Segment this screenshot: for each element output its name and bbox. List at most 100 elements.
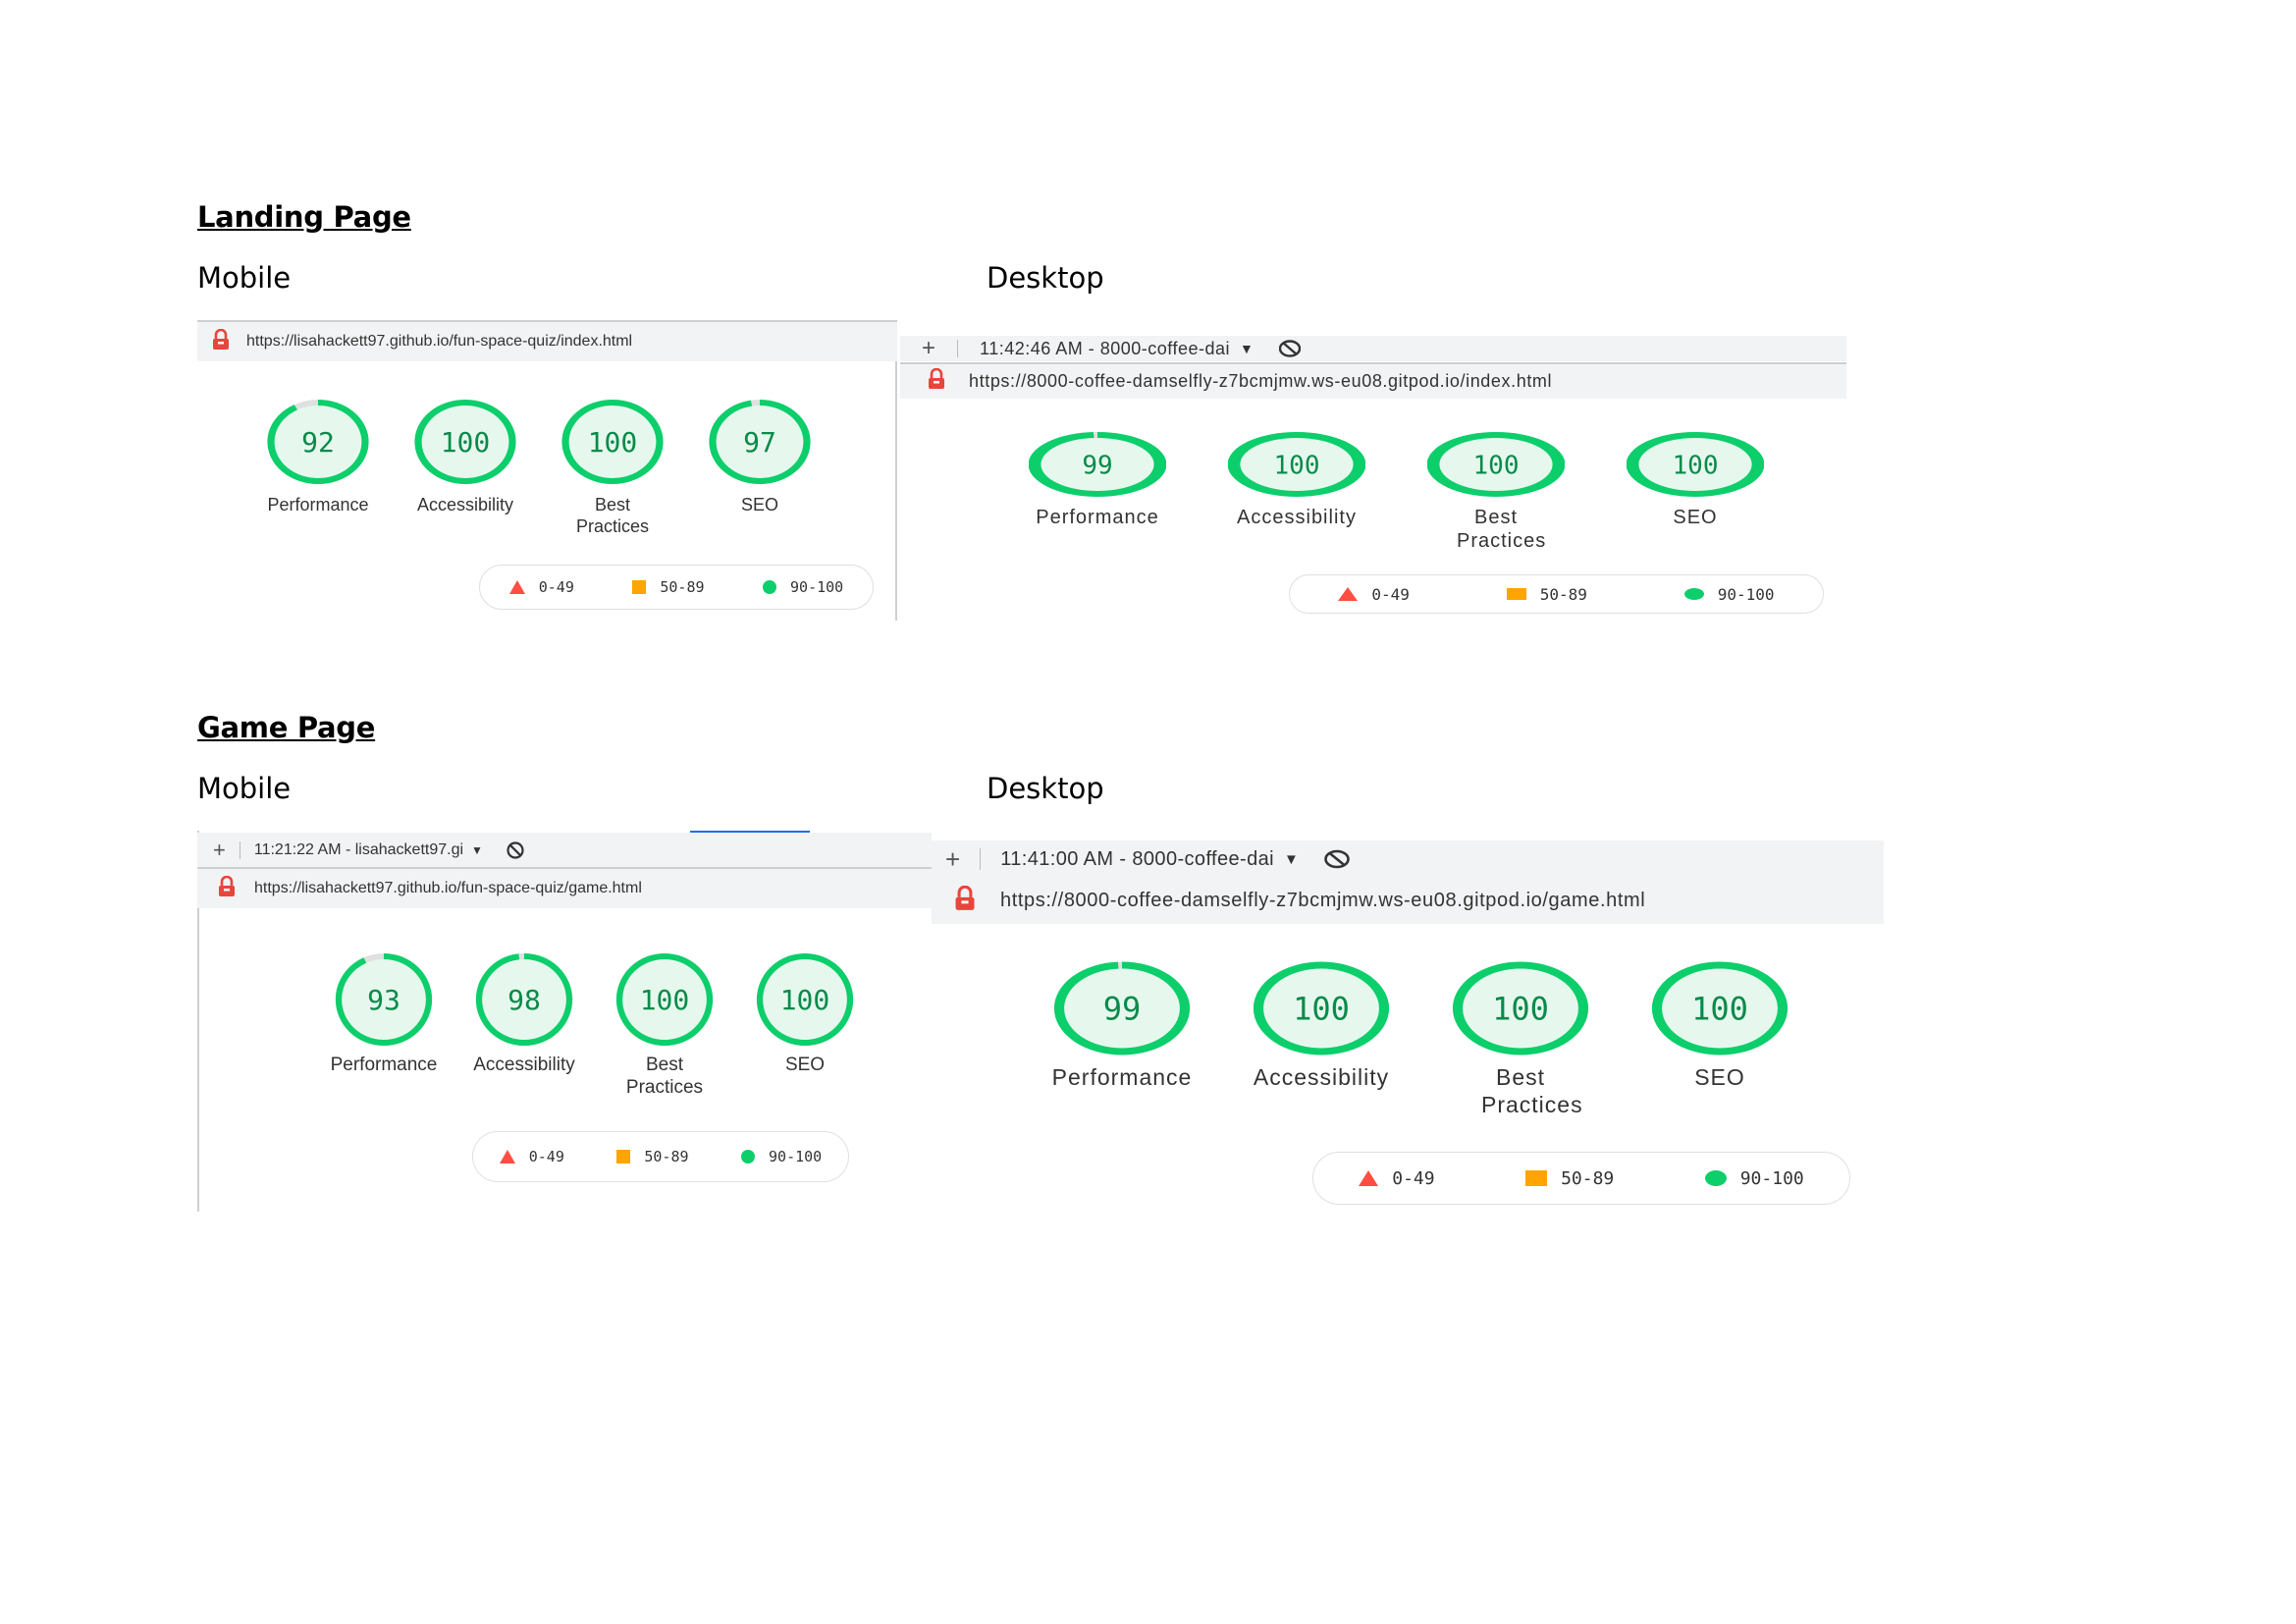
game-desktop-report: + 11:41:00 AM - 8000-coffee-dai ▼ https:…	[932, 840, 1884, 1212]
lock-icon	[926, 367, 947, 395]
score-label: Best Practices	[625, 1055, 704, 1098]
score-ring: 99	[1029, 432, 1166, 497]
triangle-icon	[1338, 587, 1359, 601]
score-value: 100	[1473, 451, 1520, 480]
plus-icon[interactable]: +	[945, 844, 960, 875]
score-value: 100	[640, 984, 690, 1016]
lock-icon	[211, 328, 231, 355]
score-ring: 98	[475, 953, 573, 1046]
plus-icon[interactable]: +	[213, 838, 226, 863]
score-value: 100	[588, 426, 638, 459]
circle-icon	[1704, 1170, 1727, 1186]
score-gauge-performance[interactable]: 93 Performance	[320, 950, 448, 1077]
no-entry-icon[interactable]	[507, 840, 524, 859]
tab-bar[interactable]: + 11:41:00 AM - 8000-coffee-dai ▼	[932, 840, 1884, 878]
game-mobile-label: Mobile	[197, 772, 292, 805]
url-bar[interactable]: https://8000-coffee-damselfly-z7bcmjmw.w…	[932, 878, 1884, 924]
caret-down-icon[interactable]: ▼	[471, 843, 483, 857]
circle-icon	[763, 580, 777, 594]
legend-average: 50-89	[632, 578, 705, 596]
score-label: Best Practices	[575, 495, 650, 536]
circle-icon	[741, 1150, 756, 1164]
score-legend: 0-49 50-89 90-100	[1289, 574, 1824, 614]
score-ring: 100	[1228, 432, 1365, 497]
score-ring: 100	[1253, 961, 1390, 1056]
score-label: SEO	[1694, 1064, 1745, 1090]
caret-down-icon[interactable]: ▼	[1284, 851, 1299, 868]
score-gauge-performance[interactable]: 92 Performance	[254, 397, 382, 516]
score-value: 100	[1492, 991, 1549, 1028]
score-gauge-accessibility[interactable]: 100 Accessibility	[1233, 958, 1410, 1092]
score-gauge-best-practices[interactable]: 100 Best Practices	[1432, 958, 1609, 1118]
tab-title[interactable]: 11:42:46 AM - 8000-coffee-dai	[980, 339, 1230, 359]
legend-average: 50-89	[1506, 585, 1587, 604]
game-page-title: Game Page	[197, 711, 376, 744]
score-gauge-performance[interactable]: 99 Performance	[1034, 958, 1210, 1092]
landing-desktop-report: + 11:42:46 AM - 8000-coffee-dai ▼ https:…	[900, 336, 1846, 630]
score-value: 100	[1293, 991, 1350, 1028]
lock-icon	[217, 875, 237, 902]
score-label: SEO	[1673, 507, 1718, 528]
square-icon	[1525, 1170, 1548, 1186]
score-gauge-best-practices[interactable]: 100 Best Practices	[549, 397, 676, 537]
no-entry-icon[interactable]	[1278, 340, 1301, 357]
score-gauge-seo[interactable]: 100 SEO	[1607, 429, 1784, 529]
score-ring: 100	[1452, 961, 1589, 1056]
score-value: 93	[367, 984, 400, 1016]
legend-fail: 0-49	[1338, 585, 1410, 604]
score-gauge-best-practices[interactable]: 100 Best Practices	[601, 950, 728, 1100]
triangle-icon	[499, 1150, 515, 1164]
score-legend: 0-49 50-89 90-100	[472, 1131, 849, 1182]
score-gauge-accessibility[interactable]: 98 Accessibility	[460, 950, 588, 1077]
url-text: https://8000-coffee-damselfly-z7bcmjmw.w…	[969, 371, 1553, 391]
score-gauge-seo[interactable]: 100 SEO	[1631, 958, 1808, 1092]
score-label: Performance	[1051, 1064, 1193, 1090]
url-bar[interactable]: https://lisahackett97.github.io/fun-spac…	[197, 869, 932, 908]
legend-pass: 90-100	[763, 578, 843, 596]
tab-title[interactable]: 11:21:22 AM - lisahackett97.gi	[254, 841, 463, 859]
score-ring: 100	[1651, 961, 1789, 1056]
plus-icon[interactable]: +	[922, 336, 935, 362]
score-gauge-seo[interactable]: 97 SEO	[696, 397, 824, 516]
score-label: SEO	[740, 495, 778, 514]
legend-pass: 90-100	[1683, 585, 1775, 604]
score-ring: 100	[1427, 432, 1565, 497]
score-label: Best Practices	[1481, 1064, 1583, 1117]
legend-fail: 0-49	[508, 578, 574, 596]
score-gauge-accessibility[interactable]: 100 Accessibility	[401, 397, 529, 516]
score-label: Best Practices	[1457, 507, 1547, 552]
score-value: 100	[1673, 451, 1719, 480]
game-mobile-report: + 11:21:22 AM - lisahackett97.gi ▼ https…	[197, 831, 932, 1212]
score-gauge-accessibility[interactable]: 100 Accessibility	[1208, 429, 1385, 529]
score-ring: 100	[1627, 432, 1764, 497]
tab-bar[interactable]: + 11:21:22 AM - lisahackett97.gi ▼	[197, 833, 932, 867]
score-value: 100	[1274, 451, 1320, 480]
panel-right-border	[895, 320, 897, 621]
score-ring: 100	[615, 953, 714, 1046]
score-value: 100	[441, 426, 491, 459]
url-bar[interactable]: https://lisahackett97.github.io/fun-spac…	[197, 322, 897, 361]
no-entry-icon[interactable]	[1324, 849, 1350, 869]
score-ring: 93	[335, 953, 433, 1046]
score-gauge-best-practices[interactable]: 100 Best Practices	[1408, 429, 1584, 553]
landing-mobile-label: Mobile	[197, 261, 292, 295]
caret-down-icon[interactable]: ▼	[1240, 341, 1254, 356]
url-text: https://lisahackett97.github.io/fun-spac…	[254, 880, 642, 896]
score-value: 98	[507, 984, 541, 1016]
score-gauge-performance[interactable]: 99 Performance	[1009, 429, 1186, 529]
score-value: 100	[1691, 991, 1748, 1028]
score-ring: 92	[267, 400, 369, 484]
legend-fail: 0-49	[1359, 1168, 1435, 1189]
landing-mobile-report: https://lisahackett97.github.io/fun-spac…	[197, 320, 897, 621]
triangle-icon	[508, 580, 525, 594]
tab-bar[interactable]: + 11:42:46 AM - 8000-coffee-dai ▼	[900, 336, 1846, 361]
tab-title[interactable]: 11:41:00 AM - 8000-coffee-dai	[1000, 848, 1274, 871]
score-label: Accessibility	[473, 1055, 575, 1075]
tab-separator	[980, 848, 982, 870]
url-bar[interactable]: https://8000-coffee-damselfly-z7bcmjmw.w…	[900, 364, 1846, 399]
score-label: Accessibility	[416, 495, 514, 514]
score-label: Accessibility	[1253, 1064, 1390, 1090]
score-value: 99	[1082, 451, 1112, 480]
square-icon	[616, 1150, 631, 1164]
score-gauge-seo[interactable]: 100 SEO	[741, 950, 869, 1077]
